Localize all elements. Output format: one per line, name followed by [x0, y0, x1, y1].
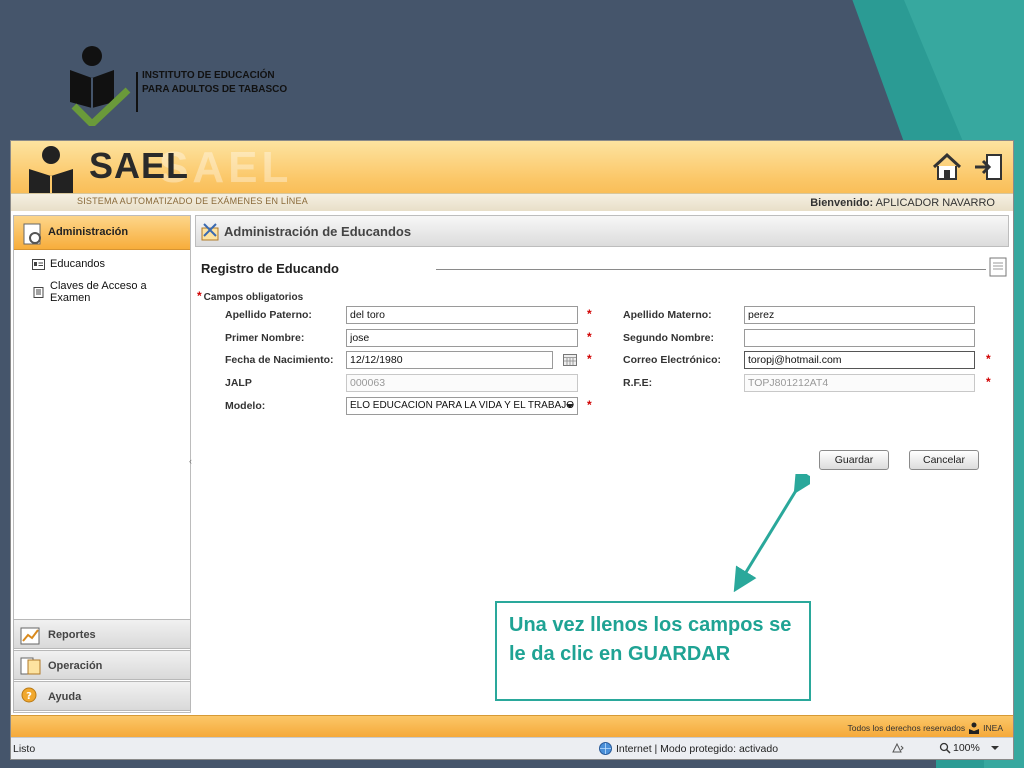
sidebar-item-label: Claves de Acceso a Examen — [50, 280, 147, 304]
sidebar-item-label: Educandos — [50, 258, 106, 270]
correo-label: Correo Electrónico: — [623, 354, 722, 366]
protected-mode-icon — [892, 742, 904, 753]
svg-text:?: ? — [26, 691, 32, 702]
required-star: * — [587, 307, 592, 321]
main-panel-header: Administración de Educandos — [195, 215, 1009, 247]
sidebar-item-claves[interactable]: Claves de Acceso a Examen — [32, 280, 190, 304]
modelo-label: Modelo: — [225, 400, 266, 412]
copyright-text: Todos los derechos reservados — [847, 723, 966, 733]
copyright: Todos los derechos reservados INEA — [847, 722, 1003, 734]
help-icon: ? — [21, 687, 37, 703]
rfe-input — [744, 374, 975, 392]
modelo-select[interactable]: ELO EDUCACION PARA LA VIDA Y EL TRABAJO — [346, 397, 578, 415]
required-star: * — [197, 289, 202, 303]
double-arrow-icon — [733, 474, 810, 593]
document-icon — [33, 286, 44, 298]
apellido-paterno-label: Apellido Paterno: — [225, 309, 312, 321]
apellido-paterno-input[interactable] — [346, 306, 578, 324]
sidebar-section-label: Reportes — [48, 629, 96, 641]
admin-tools-icon — [201, 223, 219, 241]
sidebar-section-ayuda[interactable]: ? Ayuda — [13, 681, 191, 711]
institute-logo-icon — [70, 46, 131, 126]
chevron-down-icon — [566, 404, 574, 408]
welcome-message: Bienvenido: APLICADOR NAVARRO — [810, 197, 995, 209]
segundo-nombre-input[interactable] — [744, 329, 975, 347]
browser-statusbar: Listo Internet | Modo protegido: activad… — [11, 737, 1013, 759]
app-footer: Todos los derechos reservados INEA — [11, 715, 1013, 737]
sidebar-section-administracion[interactable]: Administración — [14, 216, 190, 250]
zoom-icon — [939, 742, 951, 754]
instruction-callout: Una vez llenos los campos se le da clic … — [495, 601, 811, 701]
sidebar-section-label: Ayuda — [48, 691, 82, 703]
sidebar-section-label: Operación — [48, 660, 103, 672]
jalp-label: JALP — [225, 377, 252, 389]
zoom-control[interactable]: 100% — [939, 742, 980, 754]
main-panel-title: Administración de Educandos — [224, 224, 412, 239]
primer-nombre-input[interactable] — [346, 329, 578, 347]
admin-icon — [23, 223, 41, 245]
rfe-label: R.F.E: — [623, 377, 653, 389]
reports-chart-icon — [20, 627, 40, 645]
globe-icon — [599, 742, 612, 755]
operations-icon — [20, 657, 41, 675]
required-star: * — [587, 398, 592, 412]
cancel-button[interactable]: Cancelar — [909, 450, 979, 470]
save-button[interactable]: Guardar — [819, 450, 889, 470]
sidebar-section-label: Administración — [48, 226, 129, 238]
sidebar-section-reportes[interactable]: Reportes — [13, 619, 191, 649]
correo-input[interactable] — [744, 351, 975, 369]
fecha-nacimiento-label: Fecha de Nacimiento: — [225, 354, 334, 366]
app-subtitle: SISTEMA AUTOMATIZADO DE EXÁMENES EN LÍNE… — [77, 196, 308, 206]
sael-logo-icon — [29, 146, 73, 199]
required-star: * — [587, 352, 592, 366]
app-title: SAEL — [89, 145, 190, 186]
security-zone: Internet | Modo protegido: activado — [599, 742, 778, 755]
sidebar-collapse-handle[interactable]: ‹ — [189, 456, 192, 466]
required-star: * — [986, 352, 991, 366]
welcome-user: APLICADOR NAVARRO — [875, 197, 995, 209]
logout-icon[interactable] — [973, 151, 1005, 183]
welcome-label: Bienvenido: — [810, 197, 874, 209]
institute-name: INSTITUTO DE EDUCACIÓN PARA ADULTOS DE T… — [142, 70, 288, 95]
required-note: * Campos obligatorios — [197, 289, 303, 303]
sidebar-section-operacion[interactable]: Operación — [13, 650, 191, 680]
security-zone-text: Internet | Modo protegido: activado — [616, 742, 779, 755]
calendar-icon[interactable] — [563, 353, 577, 366]
form-document-icon[interactable] — [989, 257, 1007, 277]
inea-logo-icon — [969, 722, 980, 734]
fecha-nacimiento-input[interactable] — [346, 351, 553, 369]
required-star: * — [587, 330, 592, 344]
sidebar-item-educandos[interactable]: Educandos — [32, 258, 105, 270]
jalp-input — [346, 374, 578, 392]
apellido-materno-input[interactable] — [744, 306, 975, 324]
status-tools[interactable] — [891, 742, 905, 754]
required-note-text: Campos obligatorios — [203, 292, 304, 303]
required-star: * — [986, 375, 991, 389]
status-text: Listo — [13, 743, 36, 755]
home-icon[interactable] — [931, 151, 963, 183]
app-header: SAEL SAEL SISTEMA AUTOMATIZADO DE EXÁMEN… — [11, 141, 1013, 211]
apellido-materno-label: Apellido Materno: — [623, 309, 712, 321]
zoom-dropdown-icon[interactable] — [991, 746, 999, 750]
zoom-level: 100% — [953, 742, 980, 754]
id-card-icon — [32, 258, 45, 270]
primer-nombre-label: Primer Nombre: — [225, 332, 305, 344]
section-title: Registro de Educando — [201, 261, 339, 276]
modelo-selected-value: ELO EDUCACION PARA LA VIDA Y EL TRABAJO — [350, 400, 574, 411]
segundo-nombre-label: Segundo Nombre: — [623, 332, 714, 344]
section-divider — [436, 269, 986, 270]
brand-text: INEA — [983, 723, 1003, 733]
institute-divider — [136, 72, 138, 112]
welcome-bar: SISTEMA AUTOMATIZADO DE EXÁMENES EN LÍNE… — [11, 193, 1013, 211]
